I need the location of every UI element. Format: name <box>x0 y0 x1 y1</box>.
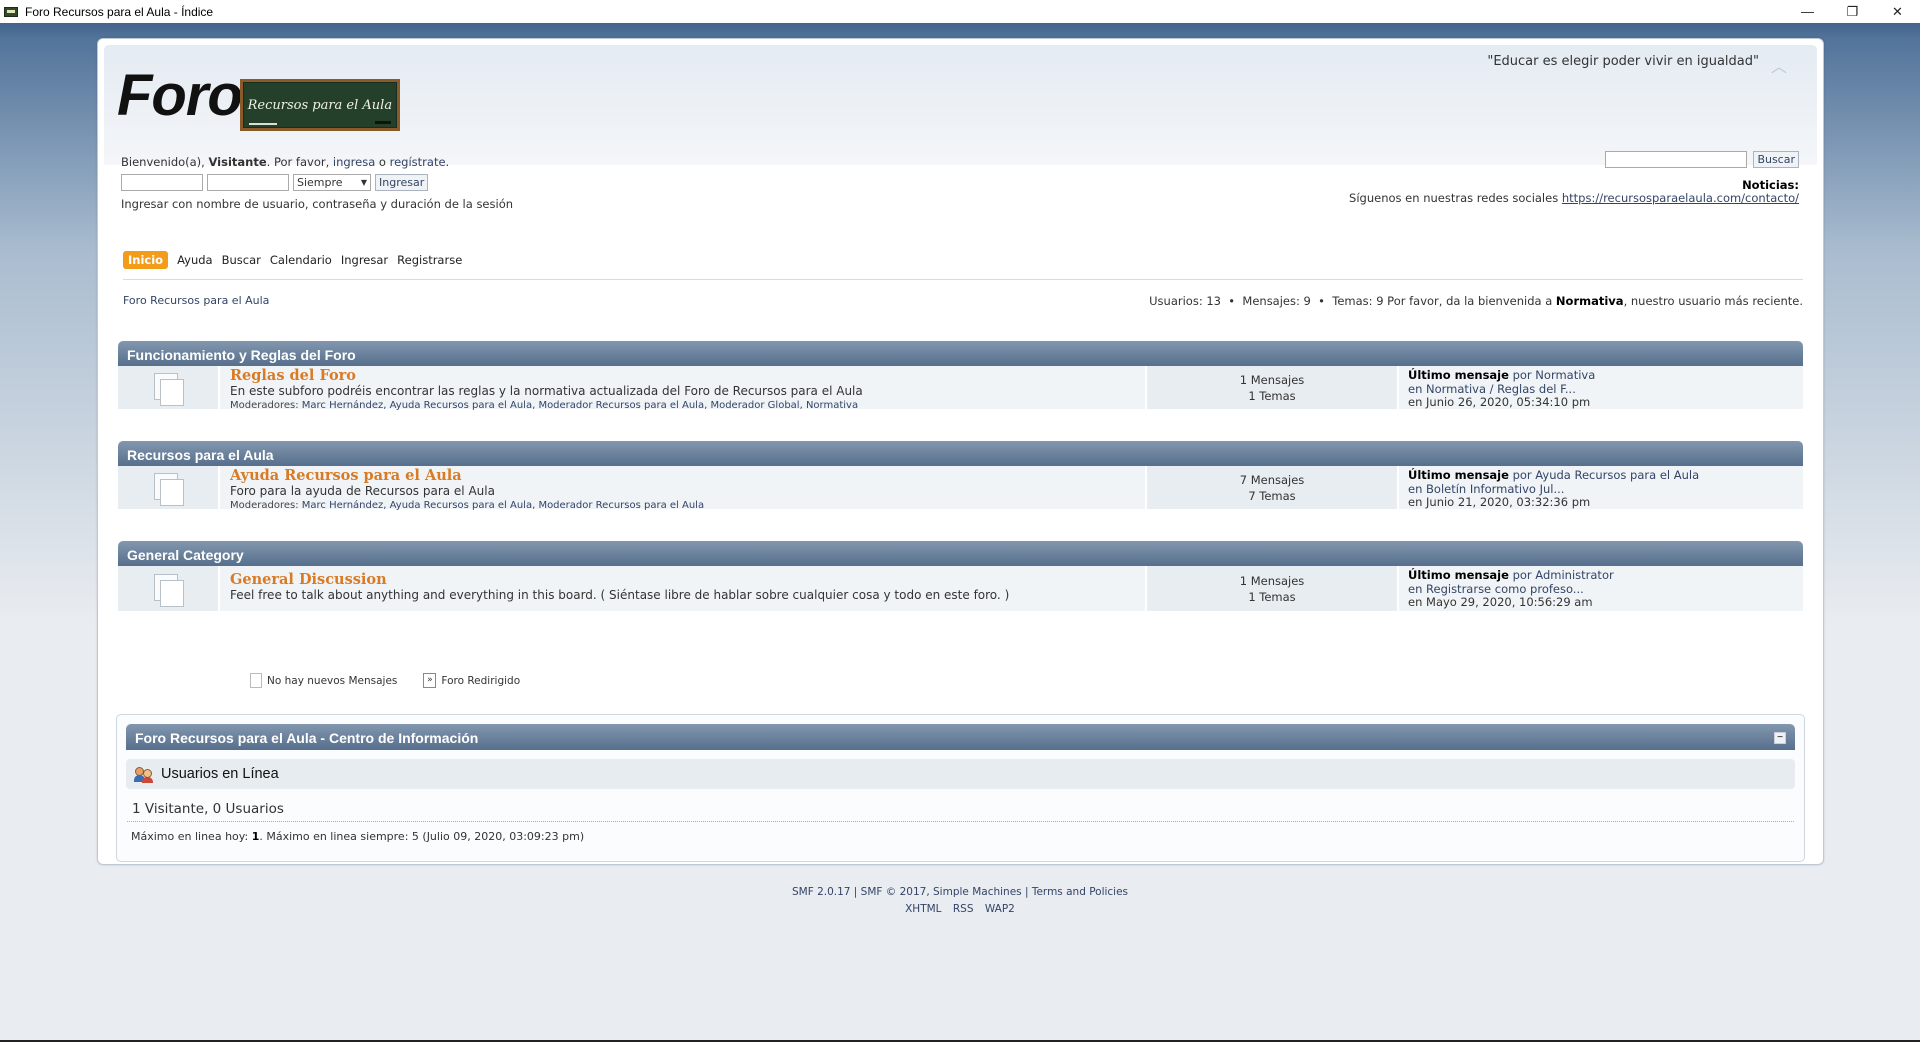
newest-member-link[interactable]: Normativa <box>1556 294 1624 308</box>
forum-slogan: "Educar es elegir poder vivir en igualda… <box>1487 54 1759 69</box>
board-description: Foro para la ayuda de Recursos para el A… <box>230 484 495 498</box>
board-stats: 1 Mensajes 1 Temas <box>1147 366 1397 409</box>
minimize-button[interactable]: — <box>1785 0 1830 23</box>
board-no-new-icon <box>151 371 185 406</box>
board-moderators: Moderadores: Marc Hernández, Ayuda Recur… <box>230 500 705 511</box>
main-menu: Inicio Ayuda Buscar Calendario Ingresar … <box>123 251 462 269</box>
board-description: En este subforo podréis encontrar las re… <box>230 384 863 398</box>
board-stats: 1 Mensajes 1 Temas <box>1147 566 1397 611</box>
category-header[interactable]: Funcionamiento y Reglas del Foro <box>118 341 1803 366</box>
category-header[interactable]: Recursos para el Aula <box>118 441 1803 466</box>
news-text: Síguenos en nuestras redes sociales <box>1349 191 1562 205</box>
board-name-link[interactable]: General Discussion <box>230 572 1135 588</box>
board-row: Reglas del Foro En este subforo podréis … <box>118 366 1803 411</box>
users-count: 13 <box>1206 294 1221 308</box>
users-online-header: Usuarios en Línea <box>126 759 1795 789</box>
greeting: Bienvenido(a), Visitante. Por favor, ing… <box>121 155 450 169</box>
news-panel: Noticias: Síguenos en nuestras redes soc… <box>1349 179 1799 205</box>
divider <box>127 821 1794 822</box>
menu-item-registrarse[interactable]: Registrarse <box>397 253 462 267</box>
board-name-link[interactable]: Reglas del Foro <box>230 368 1135 384</box>
dropdown-arrow-icon: ▼ <box>360 178 367 187</box>
redirect-board-icon: » <box>423 673 437 688</box>
info-center-header: Foro Recursos para el Aula - Centro de I… <box>126 724 1795 750</box>
page-wrapper: "Educar es elegir poder vivir en igualda… <box>97 38 1824 865</box>
guest-name: Visitante <box>208 155 267 169</box>
login-panel: Bienvenido(a), Visitante. Por favor, ing… <box>121 155 513 211</box>
topics-count: 9 <box>1376 294 1384 308</box>
online-count: 1 Visitante, 0 Usuarios <box>132 801 284 817</box>
max-online: Máximo en linea hoy: 1. Máximo en linea … <box>131 830 585 843</box>
board-row: Ayuda Recursos para el Aula Foro para la… <box>118 466 1803 511</box>
board-legend: No hay nuevos Mensajes » Foro Redirigido <box>248 671 520 688</box>
login-link[interactable]: ingresa <box>333 155 375 169</box>
footer-link-rss[interactable]: RSS <box>953 903 974 915</box>
search-input[interactable] <box>1605 151 1748 168</box>
footer: SMF 2.0.17 | SMF © 2017, Simple Machines… <box>0 884 1920 918</box>
no-new-posts-icon <box>248 671 262 688</box>
logo-board-text: Recursos para el Aula <box>247 97 393 113</box>
forum-stats: Usuarios: 13 • Mensajes: 9 • Temas: 9 Po… <box>1149 294 1803 308</box>
restore-button[interactable]: ❐ <box>1830 0 1875 23</box>
board-last-post: Último mensaje por Ayuda Recursos para e… <box>1399 466 1803 509</box>
category-header[interactable]: General Category <box>118 541 1803 566</box>
board-no-new-icon <box>151 471 185 506</box>
login-form: Siempre ▼ Ingresar <box>121 174 513 191</box>
menu-item-buscar[interactable]: Buscar <box>222 253 261 267</box>
collapse-toggle-icon[interactable]: − <box>1774 732 1786 744</box>
username-input[interactable] <box>121 174 203 191</box>
menu-item-ayuda[interactable]: Ayuda <box>177 253 213 267</box>
login-submit-button[interactable]: Ingresar <box>375 174 429 191</box>
board-last-post: Último mensaje por Administrator en Regi… <box>1399 566 1803 611</box>
board-moderators: Moderadores: Marc Hernández, Ayuda Recur… <box>230 400 859 411</box>
breadcrumb[interactable]: Foro Recursos para el Aula <box>123 294 269 307</box>
info-center: Foro Recursos para el Aula - Centro de I… <box>116 714 1805 862</box>
logo-text: Foro <box>117 63 243 128</box>
window-title: Foro Recursos para el Aula - Índice <box>25 4 214 19</box>
footer-link-wap2[interactable]: WAP2 <box>985 903 1015 915</box>
menu-item-ingresar[interactable]: Ingresar <box>341 253 388 267</box>
menu-divider <box>123 279 1803 280</box>
logo-chalkboard: Recursos para el Aula <box>239 79 400 131</box>
board-stats: 7 Mensajes 7 Temas <box>1147 466 1397 509</box>
login-hint: Ingresar con nombre de usuario, contrase… <box>121 197 514 211</box>
app-icon <box>4 6 18 17</box>
collapse-header-icon[interactable]: ︿ <box>1768 53 1790 76</box>
window-titlebar: Foro Recursos para el Aula - Índice — ❐ … <box>0 0 1920 23</box>
board-no-new-icon <box>151 572 185 607</box>
footer-credits[interactable]: SMF 2.0.17 | SMF © 2017, Simple Machines… <box>0 884 1920 901</box>
board-name-link[interactable]: Ayuda Recursos para el Aula <box>230 468 1135 484</box>
password-input[interactable] <box>207 174 289 191</box>
search-form: Buscar <box>1605 151 1799 168</box>
menu-item-calendario[interactable]: Calendario <box>270 253 332 267</box>
posts-count: 9 <box>1303 294 1311 308</box>
session-duration-select[interactable]: Siempre ▼ <box>293 174 371 191</box>
register-link[interactable]: regístrate <box>390 155 446 169</box>
footer-link-xhtml[interactable]: XHTML <box>905 903 941 915</box>
search-button[interactable]: Buscar <box>1753 151 1799 168</box>
users-online-icon <box>134 766 153 783</box>
board-description: Feel free to talk about anything and eve… <box>230 588 1010 602</box>
forum-logo[interactable]: Foro Recursos para el Aula <box>117 63 400 131</box>
board-last-post: Último mensaje por Normativa en Normativ… <box>1399 366 1803 409</box>
menu-item-inicio[interactable]: Inicio <box>123 251 169 269</box>
board-row: General Discussion Feel free to talk abo… <box>118 566 1803 611</box>
close-button[interactable]: ✕ <box>1875 0 1920 23</box>
news-link[interactable]: https://recursosparaelaula.com/contacto/ <box>1562 191 1799 205</box>
